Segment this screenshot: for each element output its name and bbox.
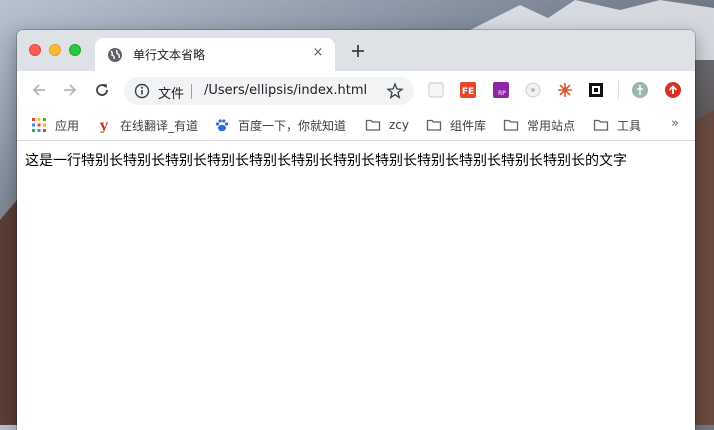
bookmark-folder-components[interactable]: 组件库 <box>426 116 486 134</box>
tab-active[interactable]: 单行文本省略 × <box>95 38 335 71</box>
bookmark-label: zcy <box>389 118 409 132</box>
folder-icon <box>593 119 609 131</box>
bookmark-folder-zcy[interactable]: zcy <box>365 116 409 134</box>
url-text[interactable]: /Users/ellipsis/index.html <box>204 83 367 98</box>
bug-icon[interactable] <box>556 81 574 99</box>
bookmark-label: 百度一下，你就知道 <box>238 118 347 133</box>
folder-icon <box>426 119 442 131</box>
tab-title: 单行文本省略 <box>133 48 206 62</box>
qr-icon[interactable] <box>587 81 605 99</box>
info-icon[interactable] <box>134 83 150 99</box>
bookmark-label: 组件库 <box>450 118 487 133</box>
minimize-window-button[interactable] <box>49 44 61 56</box>
folder-icon <box>503 119 519 131</box>
svg-text:FE: FE <box>462 87 474 97</box>
bookmark-label: 在线翻译_有道 <box>120 118 199 133</box>
close-tab-icon[interactable]: × <box>311 46 325 60</box>
svg-text:RP: RP <box>498 90 506 97</box>
address-bar[interactable]: 文件 /Users/ellipsis/index.html <box>124 77 414 105</box>
reload-icon[interactable] <box>93 81 111 99</box>
extensions-separator <box>618 81 619 99</box>
browser-window: 单行文本省略 × 文件 /Users/ellipsis/index.html F… <box>17 30 695 430</box>
fe-helper-icon[interactable]: FE <box>459 81 477 99</box>
bookmarks-bar: 应用 y 在线翻译_有道 百度一下，你就知道 zcy 组件库 常用站点 工具 » <box>17 110 695 141</box>
page-content: 这是一行特别长特别长特别长特别长特别长特别长特别长特别长特别长特别长特别长特别长… <box>17 141 695 430</box>
svg-text:y: y <box>99 118 109 133</box>
bookmark-label: 常用站点 <box>527 118 576 133</box>
bookmark-apps[interactable]: 应用 <box>31 116 79 134</box>
ext-blank-icon[interactable] <box>427 81 445 99</box>
apps-grid-icon <box>32 118 46 132</box>
bookmark-folder-sites[interactable]: 常用站点 <box>503 116 575 134</box>
rp-icon[interactable]: RP <box>492 81 510 99</box>
profile-avatar-icon[interactable] <box>631 81 649 99</box>
toolbar: 文件 /Users/ellipsis/index.html FE RP <box>17 71 695 110</box>
globe-icon <box>108 48 122 62</box>
bookmark-baidu[interactable]: 百度一下，你就知道 <box>214 116 346 134</box>
close-window-button[interactable] <box>29 44 41 56</box>
bookmarks-overflow-button[interactable]: » <box>671 116 679 131</box>
address-separator <box>191 84 192 99</box>
bookmark-label: 工具 <box>617 118 642 133</box>
forward-icon[interactable] <box>61 81 79 99</box>
bookmark-youdao[interactable]: y 在线翻译_有道 <box>96 116 198 134</box>
zoom-window-button[interactable] <box>69 44 81 56</box>
bookmark-folder-tools[interactable]: 工具 <box>593 116 641 134</box>
long-text-line: 这是一行特别长特别长特别长特别长特别长特别长特别长特别长特别长特别长特别长特别长… <box>25 153 627 169</box>
bookmark-star-icon[interactable] <box>386 82 404 100</box>
baidu-paw-icon <box>215 119 229 132</box>
new-tab-icon[interactable] <box>349 42 367 60</box>
back-icon[interactable] <box>30 81 48 99</box>
folder-icon <box>365 119 381 131</box>
protocol-label: 文件 <box>158 87 185 102</box>
tab-strip: 单行文本省略 × <box>17 30 695 71</box>
youdao-icon: y <box>99 118 109 133</box>
wappalyzer-icon[interactable] <box>524 81 542 99</box>
update-icon[interactable] <box>664 81 682 99</box>
bookmark-label: 应用 <box>55 118 80 133</box>
